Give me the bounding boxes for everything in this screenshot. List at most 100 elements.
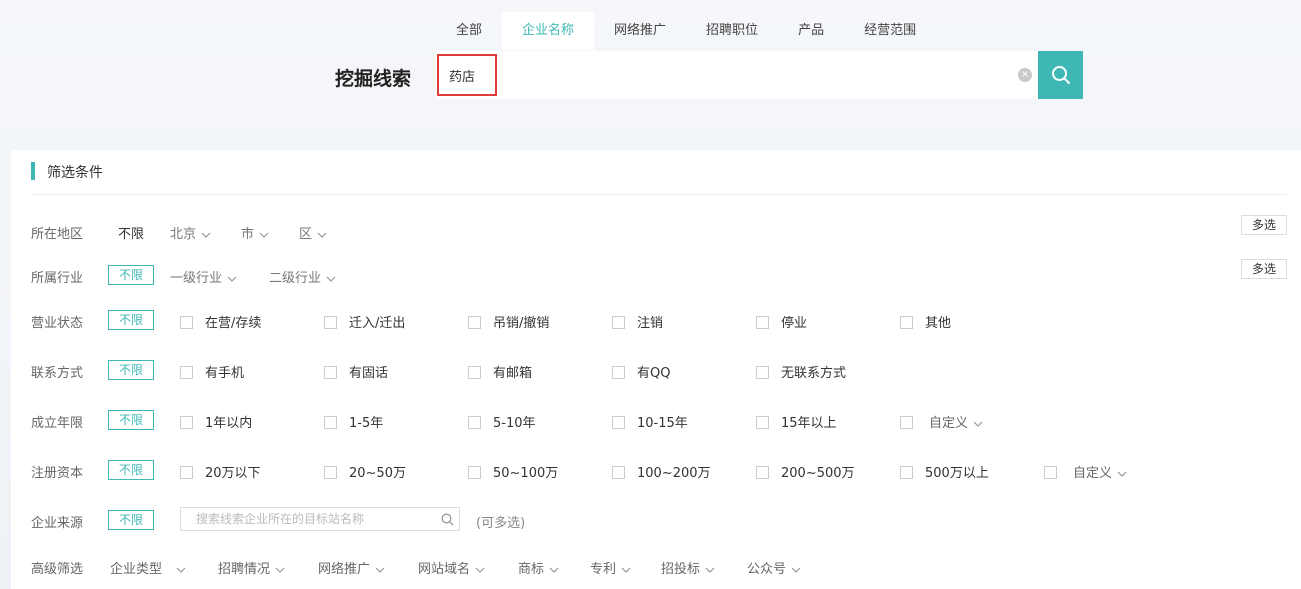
checkbox[interactable]: [324, 466, 337, 479]
checkbox[interactable]: [324, 316, 337, 329]
advanced-official-account-dropdown[interactable]: 公众号: [747, 558, 801, 577]
capital-option[interactable]: 200~500万: [756, 462, 855, 481]
industry-multi-select-button[interactable]: 多选: [1241, 259, 1287, 279]
capital-option[interactable]: 20~50万: [324, 462, 406, 481]
region-province-dropdown[interactable]: 北京: [170, 223, 211, 242]
contact-option[interactable]: 有手机: [180, 362, 244, 381]
contact-option[interactable]: 有邮箱: [468, 362, 532, 381]
advanced-bidding-dropdown[interactable]: 招投标: [661, 558, 715, 577]
advanced-company-type-dropdown[interactable]: 企业类型: [110, 558, 186, 577]
checkbox[interactable]: [468, 416, 481, 429]
years-option[interactable]: 1年以内: [180, 412, 252, 431]
tab-products[interactable]: 产品: [778, 12, 844, 50]
checkbox[interactable]: [756, 316, 769, 329]
checkbox[interactable]: [612, 316, 625, 329]
chevron-down-icon: [275, 567, 285, 573]
advanced-trademark-dropdown[interactable]: 商标: [518, 558, 559, 577]
search-input[interactable]: [439, 56, 495, 94]
source-nolimit[interactable]: 不限: [108, 510, 154, 530]
source-search-input[interactable]: [181, 508, 431, 530]
region-district-dropdown[interactable]: 区: [299, 223, 327, 242]
industry-level2-dropdown[interactable]: 二级行业: [269, 267, 336, 286]
advanced-recruitment-dropdown[interactable]: 招聘情况: [218, 558, 285, 577]
status-option[interactable]: 其他: [900, 312, 951, 331]
checkbox[interactable]: [900, 316, 913, 329]
checkbox[interactable]: [180, 316, 193, 329]
checkbox[interactable]: [756, 416, 769, 429]
checkbox[interactable]: [468, 466, 481, 479]
tab-job-positions[interactable]: 招聘职位: [686, 12, 778, 50]
years-custom-dropdown[interactable]: 自定义: [900, 412, 983, 431]
tab-online-promotion[interactable]: 网络推广: [594, 12, 686, 50]
status-option[interactable]: 吊销/撤销: [468, 312, 549, 331]
chevron-down-icon: [705, 567, 715, 573]
dropdown-label: 网络推广: [318, 562, 371, 577]
tab-company-name[interactable]: 企业名称: [502, 12, 595, 50]
contact-option[interactable]: 有QQ: [612, 362, 670, 381]
contact-option[interactable]: 无联系方式: [756, 362, 846, 381]
status-option[interactable]: 注销: [612, 312, 663, 331]
years-option[interactable]: 1-5年: [324, 412, 383, 431]
region-city-dropdown[interactable]: 市: [241, 223, 269, 242]
capital-option[interactable]: 100~200万: [612, 462, 711, 481]
capital-option[interactable]: 20万以下: [180, 462, 261, 481]
region-multi-select-button[interactable]: 多选: [1241, 215, 1287, 235]
dropdown-label: 市: [241, 227, 255, 242]
capital-nolimit[interactable]: 不限: [108, 460, 154, 480]
checkbox[interactable]: [756, 366, 769, 379]
tab-business-scope[interactable]: 经营范围: [844, 12, 936, 50]
filter-row-status: 营业状态 不限 在营/存续 迁入/迁出 吊销/撤销 注销 停业 其他: [31, 309, 1287, 333]
checkbox[interactable]: [1044, 466, 1057, 479]
checkbox[interactable]: [900, 466, 913, 479]
advanced-domain-dropdown[interactable]: 网站域名: [418, 558, 485, 577]
checkbox[interactable]: [468, 316, 481, 329]
option-label: 停业: [781, 316, 808, 331]
contact-option[interactable]: 有固话: [324, 362, 388, 381]
industry-level1-dropdown[interactable]: 一级行业: [170, 267, 237, 286]
advanced-promotion-dropdown[interactable]: 网络推广: [318, 558, 385, 577]
search-box: ×: [436, 51, 1038, 99]
option-label: 有QQ: [637, 366, 671, 381]
filter-row-source: 企业来源 不限 (可多选): [31, 507, 1287, 533]
status-option[interactable]: 停业: [756, 312, 807, 331]
contact-nolimit[interactable]: 不限: [108, 360, 154, 380]
checkbox[interactable]: [468, 366, 481, 379]
region-nolimit[interactable]: 不限: [118, 223, 144, 242]
checkbox[interactable]: [612, 366, 625, 379]
capital-option[interactable]: 500万以上: [900, 462, 989, 481]
years-nolimit[interactable]: 不限: [108, 410, 154, 430]
option-label: 注销: [637, 316, 664, 331]
search-button[interactable]: [1038, 51, 1083, 99]
clear-icon[interactable]: ×: [1018, 68, 1032, 82]
checkbox[interactable]: [756, 466, 769, 479]
tab-all[interactable]: 全部: [436, 12, 502, 50]
option-label: 50~100万: [493, 466, 559, 481]
advanced-patent-dropdown[interactable]: 专利: [590, 558, 631, 577]
checkbox[interactable]: [180, 466, 193, 479]
checkbox[interactable]: [900, 416, 913, 429]
search-icon[interactable]: [441, 513, 454, 526]
checkbox[interactable]: [324, 416, 337, 429]
checkbox[interactable]: [180, 366, 193, 379]
checkbox[interactable]: [180, 416, 193, 429]
checkbox[interactable]: [324, 366, 337, 379]
option-label: 有固话: [349, 366, 389, 381]
industry-nolimit[interactable]: 不限: [108, 265, 154, 285]
accent-bar: [31, 162, 35, 180]
checkbox[interactable]: [612, 466, 625, 479]
filter-label-region: 所在地区: [31, 227, 84, 242]
option-label: 5-10年: [493, 416, 536, 431]
chevron-down-icon: [201, 232, 211, 238]
years-option[interactable]: 15年以上: [756, 412, 837, 431]
status-nolimit[interactable]: 不限: [108, 310, 154, 330]
page-title: 挖掘线索: [335, 68, 412, 90]
capital-option[interactable]: 50~100万: [468, 462, 558, 481]
option-label: 迁入/迁出: [349, 316, 406, 331]
years-option[interactable]: 10-15年: [612, 412, 688, 431]
filter-row-industry: 所属行业 不限 一级行业 二级行业 多选: [31, 259, 1287, 288]
status-option[interactable]: 迁入/迁出: [324, 312, 405, 331]
years-option[interactable]: 5-10年: [468, 412, 536, 431]
status-option[interactable]: 在营/存续: [180, 312, 261, 331]
capital-custom-dropdown[interactable]: 自定义: [1044, 462, 1127, 481]
checkbox[interactable]: [612, 416, 625, 429]
